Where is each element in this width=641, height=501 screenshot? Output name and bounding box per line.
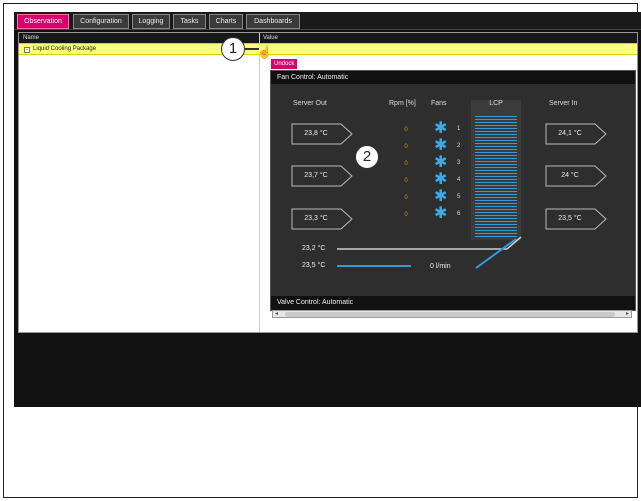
water-flow-rate: 0 l/min [430, 263, 451, 270]
lcp-visualization-panel: Fan Control: Automatic Server Out Rpm [%… [270, 70, 636, 311]
column-header-value[interactable]: Value [263, 35, 278, 41]
scroll-thumb[interactable] [285, 312, 615, 317]
tab-logging[interactable]: Logging [132, 14, 170, 29]
column-divider [259, 33, 260, 332]
valve-control-bar[interactable]: Valve Control: Automatic [271, 296, 635, 310]
return-water-temp: 23,2 °C [302, 245, 326, 252]
scroll-right-icon[interactable]: ▸ [626, 310, 629, 317]
tab-tasks[interactable]: Tasks [173, 14, 206, 29]
table-row[interactable]: − Liquid Cooling Package [19, 43, 637, 55]
table-header: Name Value [19, 33, 637, 43]
hand-cursor-icon: ☝ [257, 45, 272, 59]
tab-bar: Observation Configuration Logging Tasks … [14, 12, 641, 30]
tab-dashboards[interactable]: Dashboards [246, 14, 300, 29]
callout-2: 2 [355, 145, 379, 169]
callout-1: 1 [221, 37, 245, 61]
collapse-icon[interactable]: − [24, 47, 30, 53]
tab-configuration[interactable]: Configuration [73, 14, 129, 29]
horizontal-scrollbar[interactable]: ◂ ▸ [272, 310, 632, 318]
column-header-name[interactable]: Name [23, 35, 39, 41]
scroll-left-icon[interactable]: ◂ [275, 310, 278, 317]
row-label: Liquid Cooling Package [33, 46, 97, 52]
water-pipes [337, 236, 522, 269]
tab-observation[interactable]: Observation [17, 14, 69, 29]
undock-button[interactable]: Undock [271, 59, 298, 69]
supply-water-temp: 23,5 °C [302, 262, 326, 269]
tab-charts[interactable]: Charts [209, 14, 243, 29]
document-frame: Observation Configuration Logging Tasks … [3, 3, 641, 498]
